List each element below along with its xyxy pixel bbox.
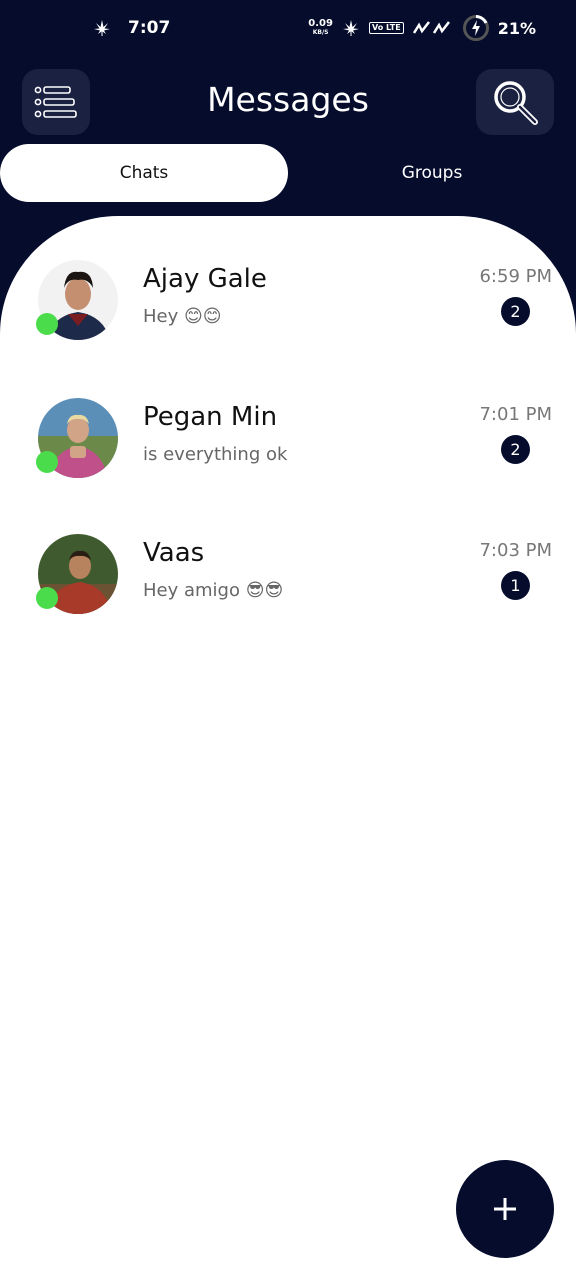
message-time: 7:01 PM [479, 404, 552, 425]
tab-chats[interactable]: Chats [0, 144, 288, 202]
online-status-dot [36, 451, 58, 473]
chat-list-panel [0, 216, 576, 1280]
contact-name: Ajay Gale [143, 264, 267, 294]
last-message: Hey 😊😊 [143, 306, 222, 327]
message-time: 6:59 PM [479, 266, 552, 287]
unread-count-badge: 2 [501, 435, 530, 464]
plus-icon [494, 1198, 516, 1220]
online-status-dot [36, 587, 58, 609]
unread-count-badge: 1 [501, 571, 530, 600]
contact-name: Pegan Min [143, 402, 278, 432]
net-speed: 0.09 KB/S [308, 19, 333, 37]
unread-count-badge: 2 [501, 297, 530, 326]
cannabis-leaf-icon [342, 20, 359, 36]
volte-badge: Vo LTE [368, 22, 404, 34]
chat-item-vaas[interactable]: Vaas Hey amigo 😎😎 7:03 PM 1 [0, 534, 576, 644]
status-time: 7:07 [128, 18, 171, 38]
tab-groups[interactable]: Groups [288, 144, 576, 202]
tab-bar: Chats Groups [0, 144, 576, 204]
message-time: 7:03 PM [479, 540, 552, 561]
battery-charging-icon [462, 15, 489, 41]
new-chat-button[interactable] [456, 1160, 554, 1258]
cannabis-leaf-icon [94, 20, 110, 36]
online-status-dot [36, 313, 58, 335]
app-header: Messages [0, 58, 576, 148]
battery-percent: 21% [497, 18, 536, 38]
chat-item-ajay-gale[interactable]: Ajay Gale Hey 😊😊 6:59 PM 2 [0, 260, 576, 370]
net-speed-unit: KB/S [312, 29, 329, 36]
status-bar: 7:07 0.09 KB/S Vo LTE 21% [0, 0, 576, 58]
last-message: Hey amigo 😎😎 [143, 580, 284, 601]
search-button[interactable] [476, 69, 554, 135]
last-message: is everything ok [143, 444, 288, 465]
contact-name: Vaas [143, 538, 205, 568]
magnifier-icon [494, 81, 538, 125]
chat-item-pegan-min[interactable]: Pegan Min is everything ok 7:01 PM 2 [0, 398, 576, 508]
signal-icon [412, 21, 450, 34]
